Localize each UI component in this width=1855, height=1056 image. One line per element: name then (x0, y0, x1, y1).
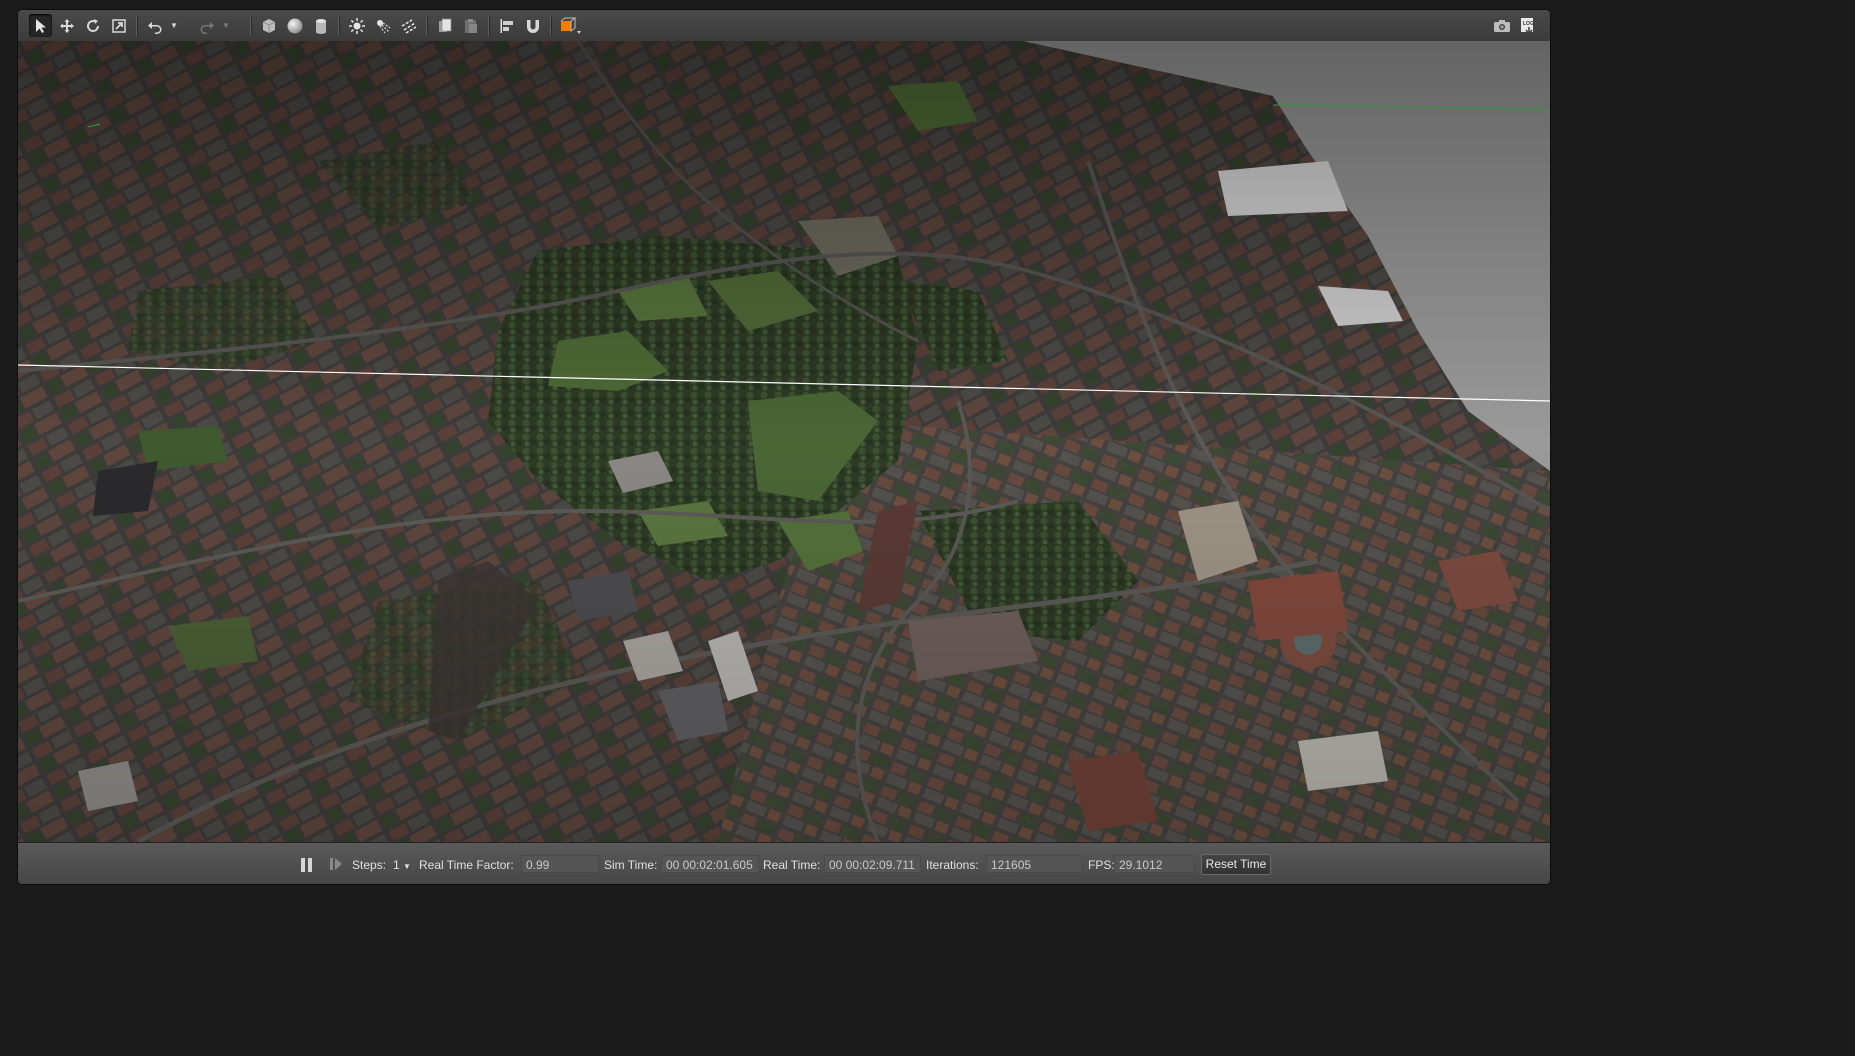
log-icon: LOG (1520, 17, 1534, 35)
real-time-label: Real Time: (763, 858, 821, 872)
undo-history-dropdown[interactable]: ▼ (168, 14, 180, 37)
sphere-icon (287, 18, 302, 33)
toolbar-separator (136, 16, 137, 36)
redo-button[interactable] (195, 14, 218, 37)
align-button[interactable] (495, 14, 518, 37)
rotate-mode-button[interactable] (81, 14, 104, 37)
chevron-down-icon: ▼ (222, 21, 230, 30)
point-light-button[interactable] (345, 14, 368, 37)
toolbar-separator (488, 16, 489, 36)
spot-light-icon (376, 19, 390, 33)
cylinder-icon (315, 18, 326, 34)
chevron-down-icon: ▼ (170, 21, 178, 30)
gazebo-window: ▼ ▼ LOG Steps: 1 ▼ Real Time Factor: 0.9… (18, 10, 1550, 884)
point-light-icon (348, 17, 365, 34)
fps-label: FPS: (1088, 858, 1115, 872)
toolbar-separator (250, 16, 251, 36)
redo-history-dropdown[interactable]: ▼ (220, 14, 232, 37)
paste-button[interactable] (459, 14, 482, 37)
move-cross-icon (59, 18, 74, 33)
rtf-label: Real Time Factor: (419, 858, 514, 872)
scale-icon (111, 18, 126, 33)
real-time-field: 00 00:02:09.711 (824, 855, 921, 873)
status-bar: Steps: 1 ▼ Real Time Factor: 0.99 Sim Ti… (18, 842, 1550, 884)
view-angle-icon (560, 17, 581, 34)
toolbar-separator (426, 16, 427, 36)
toolbar-separator (338, 16, 339, 36)
align-icon (500, 18, 513, 33)
pause-icon-bar (308, 858, 312, 872)
cylinder-shape-button[interactable] (309, 14, 332, 37)
directional-light-icon (401, 18, 416, 34)
step-forward-icon (330, 858, 342, 870)
rotate-icon (86, 18, 99, 32)
sim-time-field: 00 00:02:01.605 (661, 855, 759, 873)
sim-time-label: Sim Time: (604, 858, 658, 872)
redo-icon (200, 21, 214, 34)
atmospheric-shading (18, 41, 1550, 842)
iterations-field: 121605 (986, 855, 1082, 873)
magnet-icon (526, 19, 539, 33)
aerial-city-terrain (18, 41, 1550, 842)
fps-field: 29.1012 (1114, 855, 1194, 873)
toolbar: ▼ ▼ LOG (18, 10, 1550, 42)
directional-light-button[interactable] (397, 14, 420, 37)
pause-icon (301, 858, 305, 872)
toolbar-separator (550, 16, 551, 36)
steps-label: Steps: (352, 858, 387, 872)
box-icon (262, 18, 275, 33)
step-button[interactable] (329, 856, 345, 874)
camera-icon (1493, 19, 1510, 32)
arrow-cursor-icon (35, 18, 46, 33)
paste-icon (464, 18, 477, 33)
spot-light-button[interactable] (371, 14, 394, 37)
copy-button[interactable] (433, 14, 456, 37)
copy-icon (438, 18, 451, 32)
translate-mode-button[interactable] (55, 14, 78, 37)
screenshot-button[interactable] (1490, 14, 1513, 37)
iterations-label: Iterations: (926, 858, 979, 872)
log-icon-label: LOG (1523, 21, 1534, 27)
view-angle-button[interactable] (556, 14, 584, 37)
box-shape-button[interactable] (257, 14, 280, 37)
log-button[interactable]: LOG (1516, 14, 1539, 37)
reset-time-button[interactable]: Reset Time (1201, 854, 1271, 875)
scale-mode-button[interactable] (107, 14, 130, 37)
steps-spinner-arrow-icon[interactable]: ▼ (403, 859, 411, 875)
steps-value[interactable]: 1 (393, 857, 400, 873)
undo-button[interactable] (143, 14, 166, 37)
select-mode-button[interactable] (29, 14, 52, 37)
undo-icon (147, 21, 161, 34)
scene-viewport[interactable] (18, 41, 1550, 842)
snap-button[interactable] (521, 14, 544, 37)
pause-button[interactable] (298, 856, 316, 874)
rtf-field: 0.99 (521, 855, 599, 873)
sphere-shape-button[interactable] (283, 14, 306, 37)
